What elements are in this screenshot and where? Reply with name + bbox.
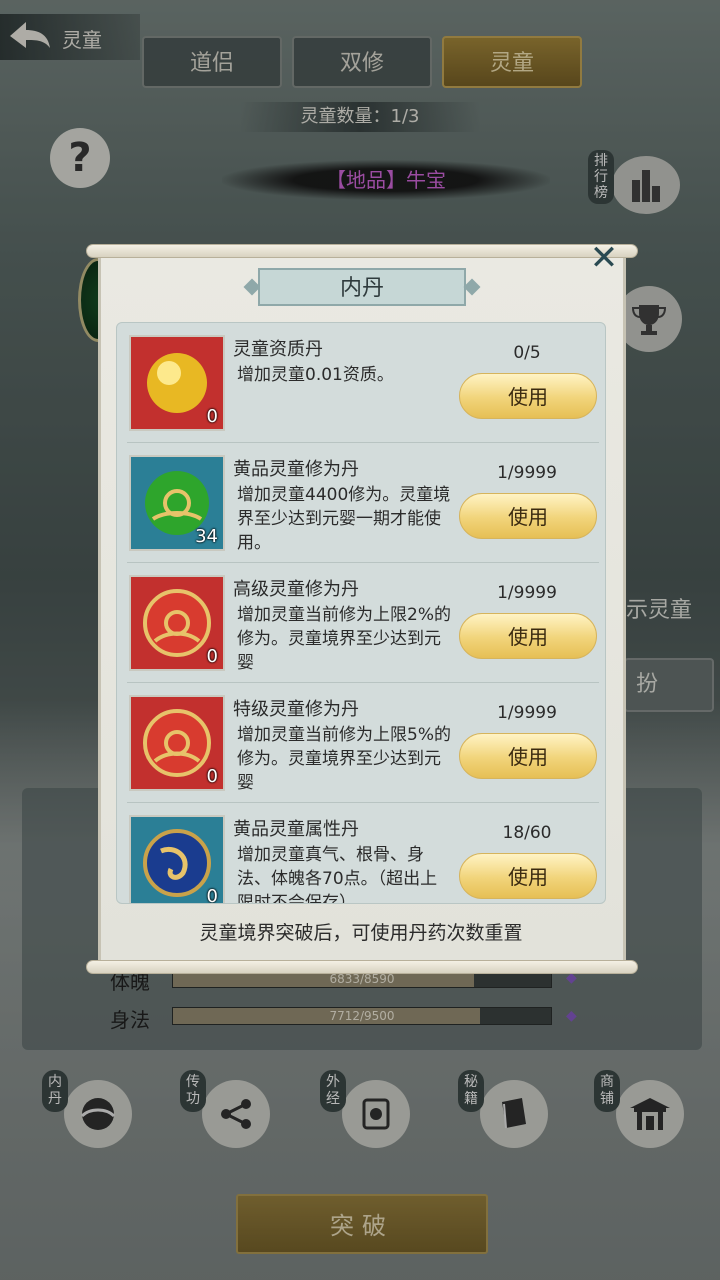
list-item: 0 灵童资质丹 增加灵童0.01资质。 0/5 使用: [127, 323, 599, 443]
diamond-ornament: [463, 278, 481, 296]
item-use-count: 18/60: [502, 823, 552, 843]
item-description: 增加灵童真气、根骨、身法、体魄各70点。（超出上限时不会保存）: [237, 845, 438, 904]
item-description: 增加灵童4400修为。灵童境界至少达到元婴一期才能使用。: [237, 485, 451, 553]
close-icon: ✕: [589, 238, 619, 278]
gold-pill-icon: 0: [129, 335, 225, 431]
use-button[interactable]: 使用: [459, 373, 597, 419]
scroll-rod-bottom: [86, 960, 638, 974]
use-button[interactable]: 使用: [459, 853, 597, 899]
item-quantity: 34: [195, 526, 218, 547]
item-description: 增加灵童当前修为上限2%的修为。灵童境界至少达到元婴: [237, 605, 451, 673]
item-quantity: 0: [206, 886, 218, 904]
red-pill-icon: 0: [129, 575, 225, 671]
list-item: 34 黄品灵童修为丹 增加灵童4400修为。灵童境界至少达到元婴一期才能使用。 …: [127, 443, 599, 563]
item-use-count: 1/9999: [497, 703, 557, 723]
list-item: 0 特级灵童修为丹 增加灵童当前修为上限5%的修为。灵童境界至少达到元婴 1/9…: [127, 683, 599, 803]
item-use-count: 0/5: [513, 343, 541, 363]
reset-note: 灵童境界突破后，可使用丹药次数重置: [199, 922, 523, 944]
item-quantity: 0: [206, 646, 218, 667]
item-name: 高级灵童修为丹: [233, 579, 359, 600]
pill-list[interactable]: 0 灵童资质丹 增加灵童0.01资质。 0/5 使用 34 黄品灵童修为丹 增加…: [116, 322, 606, 904]
green-pill-icon: 34: [129, 455, 225, 551]
item-name: 灵童资质丹: [233, 339, 323, 360]
scroll-rod-top: [86, 244, 638, 258]
item-name: 黄品灵童修为丹: [233, 459, 359, 480]
use-button[interactable]: 使用: [459, 733, 597, 779]
use-button[interactable]: 使用: [459, 613, 597, 659]
use-button[interactable]: 使用: [459, 493, 597, 539]
item-name: 黄品灵童属性丹: [233, 819, 359, 840]
blue-pill-icon: 0: [129, 815, 225, 904]
red-pill-icon: 0: [129, 695, 225, 791]
item-description: 增加灵童0.01资质。: [237, 365, 394, 385]
close-button[interactable]: ✕: [584, 238, 624, 278]
list-item: 0 黄品灵童属性丹 增加灵童真气、根骨、身法、体魄各70点。（超出上限时不会保存…: [127, 803, 599, 904]
list-item: 0 高级灵童修为丹 增加灵童当前修为上限2%的修为。灵童境界至少达到元婴 1/9…: [127, 563, 599, 683]
modal-title: 内丹: [258, 268, 466, 306]
modal-title-plate: 内丹: [243, 268, 481, 306]
item-description: 增加灵童当前修为上限5%的修为。灵童境界至少达到元婴: [237, 725, 451, 793]
item-quantity: 0: [206, 766, 218, 787]
item-use-count: 1/9999: [497, 463, 557, 483]
item-use-count: 1/9999: [497, 583, 557, 603]
item-name: 特级灵童修为丹: [233, 699, 359, 720]
item-quantity: 0: [206, 406, 218, 427]
